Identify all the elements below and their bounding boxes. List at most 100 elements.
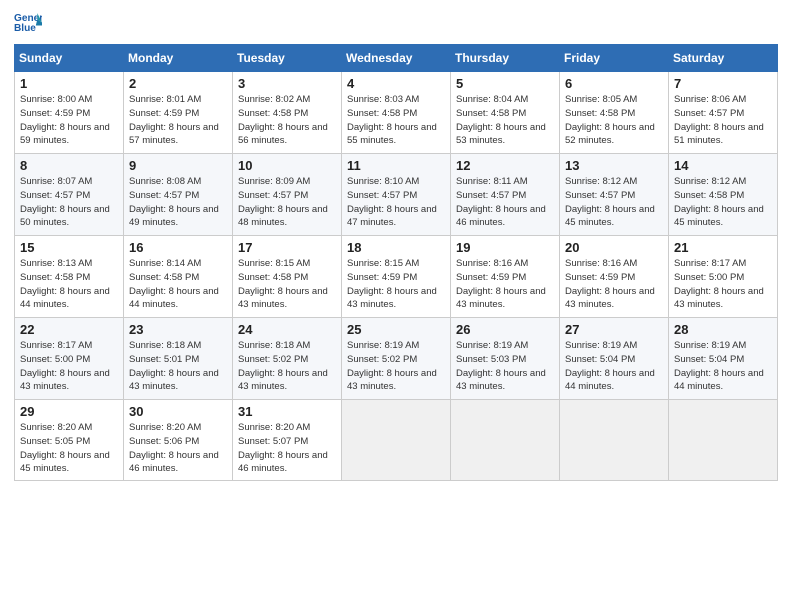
daylight-label: Daylight: 8 hours and 48 minutes.	[238, 204, 328, 229]
sunset-label: Sunset: 4:59 PM	[456, 272, 526, 283]
day-number: 31	[238, 404, 336, 419]
calendar-cell	[451, 400, 560, 481]
daylight-label: Daylight: 8 hours and 43 minutes.	[20, 368, 110, 393]
col-header-wednesday: Wednesday	[342, 45, 451, 72]
sunrise-label: Sunrise: 8:04 AM	[456, 94, 528, 105]
sunrise-label: Sunrise: 8:08 AM	[129, 176, 201, 187]
day-info: Sunrise: 8:17 AMSunset: 5:00 PMDaylight:…	[674, 257, 772, 312]
sunset-label: Sunset: 4:58 PM	[20, 272, 90, 283]
day-info: Sunrise: 8:15 AMSunset: 4:58 PMDaylight:…	[238, 257, 336, 312]
sunset-label: Sunset: 4:59 PM	[20, 108, 90, 119]
day-info: Sunrise: 8:10 AMSunset: 4:57 PMDaylight:…	[347, 175, 445, 230]
daylight-label: Daylight: 8 hours and 46 minutes.	[129, 450, 219, 475]
daylight-label: Daylight: 8 hours and 51 minutes.	[674, 122, 764, 147]
col-header-monday: Monday	[124, 45, 233, 72]
sunrise-label: Sunrise: 8:00 AM	[20, 94, 92, 105]
day-number: 29	[20, 404, 118, 419]
day-info: Sunrise: 8:04 AM Sunset: 4:58 PM Daylight:…	[456, 93, 554, 148]
day-info: Sunrise: 8:15 AMSunset: 4:59 PMDaylight:…	[347, 257, 445, 312]
sunrise-label: Sunrise: 8:18 AM	[129, 340, 201, 351]
sunset-label: Sunset: 5:03 PM	[456, 354, 526, 365]
calendar-cell: 24 Sunrise: 8:18 AMSunset: 5:02 PMDayligh…	[233, 318, 342, 400]
calendar-cell: 14Sunrise: 8:12 AMSunset: 4:58 PMDayligh…	[669, 154, 778, 236]
calendar-week-row: 1Sunrise: 8:00 AMSunset: 4:59 PMDaylight…	[15, 72, 778, 154]
day-info: Sunrise: 8:16 AMSunset: 4:59 PMDaylight:…	[565, 257, 663, 312]
sunset-label: Sunset: 4:57 PM	[238, 190, 308, 201]
day-number: 10	[238, 158, 336, 173]
daylight-label: Daylight: 8 hours and 43 minutes.	[238, 368, 328, 393]
sunset-label: Sunset: 4:57 PM	[347, 190, 417, 201]
sunrise-label: Sunrise: 8:20 AM	[129, 422, 201, 433]
day-number: 17	[238, 240, 336, 255]
day-number: 7	[674, 76, 772, 91]
day-info: Sunrise: 8:18 AMSunset: 5:02 PMDaylight:…	[238, 339, 336, 394]
logo-icon: General Blue	[14, 10, 42, 38]
sunset-label: Sunset: 4:58 PM	[238, 108, 308, 119]
header: General Blue	[14, 10, 778, 38]
calendar-cell: 5Sunrise: 8:04 AMSunset: 4:58 PMDaylight…	[451, 72, 560, 154]
calendar-cell: 26 Sunrise: 8:19 AMSunset: 5:03 PMDayligh…	[451, 318, 560, 400]
day-info: Sunrise: 8:12 AMSunset: 4:58 PMDaylight:…	[674, 175, 772, 230]
calendar-cell	[342, 400, 451, 481]
sunrise-label: Sunrise: 8:02 AM	[238, 94, 310, 105]
sunset-label: Sunset: 5:04 PM	[674, 354, 744, 365]
calendar-cell: 29Sunrise: 8:20 AMSunset: 5:05 PMDayligh…	[15, 400, 124, 481]
sunrise-label: Sunrise: 8:15 AM	[238, 258, 310, 269]
col-header-friday: Friday	[560, 45, 669, 72]
calendar-cell: 11 Sunrise: 8:10 AMSunset: 4:57 PMDayligh…	[342, 154, 451, 236]
sunset-label: Sunset: 4:57 PM	[565, 190, 635, 201]
daylight-label: Daylight: 8 hours and 43 minutes.	[238, 286, 328, 311]
day-number: 4	[347, 76, 445, 91]
sunrise-label: Sunrise: 8:01 AM	[129, 94, 201, 105]
calendar-header-row: SundayMondayTuesdayWednesdayThursdayFrid…	[15, 45, 778, 72]
day-number: 26	[456, 322, 554, 337]
calendar-cell: 28Sunrise: 8:19 AMSunset: 5:04 PMDayligh…	[669, 318, 778, 400]
calendar-week-row: 22Sunrise: 8:17 AMSunset: 5:00 PMDayligh…	[15, 318, 778, 400]
calendar-cell: 16Sunrise: 8:14 AMSunset: 4:58 PMDayligh…	[124, 236, 233, 318]
calendar-table: SundayMondayTuesdayWednesdayThursdayFrid…	[14, 44, 778, 481]
day-info: Sunrise: 8:09 AMSunset: 4:57 PMDaylight:…	[238, 175, 336, 230]
daylight-label: Daylight: 8 hours and 43 minutes.	[456, 286, 546, 311]
calendar-cell: 7Sunrise: 8:06 AMSunset: 4:57 PMDaylight…	[669, 72, 778, 154]
daylight-label: Daylight: 8 hours and 56 minutes.	[238, 122, 328, 147]
sunset-label: Sunset: 4:58 PM	[129, 272, 199, 283]
calendar-cell: 2Sunrise: 8:01 AMSunset: 4:59 PMDaylight…	[124, 72, 233, 154]
col-header-thursday: Thursday	[451, 45, 560, 72]
daylight-label: Daylight: 8 hours and 53 minutes.	[456, 122, 546, 147]
calendar-cell: 17 Sunrise: 8:15 AMSunset: 4:58 PMDayligh…	[233, 236, 342, 318]
sunset-label: Sunset: 5:06 PM	[129, 436, 199, 447]
day-number: 2	[129, 76, 227, 91]
daylight-label: Daylight: 8 hours and 44 minutes.	[129, 286, 219, 311]
day-info: Sunrise: 8:05 AMSunset: 4:58 PMDaylight:…	[565, 93, 663, 148]
day-number: 11	[347, 158, 445, 173]
daylight-label: Daylight: 8 hours and 43 minutes.	[456, 368, 546, 393]
calendar-cell: 21Sunrise: 8:17 AMSunset: 5:00 PMDayligh…	[669, 236, 778, 318]
day-number: 19	[456, 240, 554, 255]
sunrise-label: Sunrise: 8:11 AM	[456, 176, 528, 187]
sunset-label: Sunset: 4:58 PM	[565, 108, 635, 119]
sunrise-label: Sunrise: 8:07 AM	[20, 176, 92, 187]
day-info: Sunrise: 8:20 AMSunset: 5:07 PMDaylight:…	[238, 421, 336, 476]
day-number: 24	[238, 322, 336, 337]
daylight-label: Daylight: 8 hours and 43 minutes.	[347, 368, 437, 393]
daylight-label: Daylight: 8 hours and 43 minutes.	[565, 286, 655, 311]
calendar-week-row: 29Sunrise: 8:20 AMSunset: 5:05 PMDayligh…	[15, 400, 778, 481]
daylight-label: Daylight: 8 hours and 47 minutes.	[347, 204, 437, 229]
calendar-cell: 22Sunrise: 8:17 AMSunset: 5:00 PMDayligh…	[15, 318, 124, 400]
calendar-cell: 30Sunrise: 8:20 AMSunset: 5:06 PMDayligh…	[124, 400, 233, 481]
day-number: 12	[456, 158, 554, 173]
calendar-cell: 8Sunrise: 8:07 AMSunset: 4:57 PMDaylight…	[15, 154, 124, 236]
sunset-label: Sunset: 4:58 PM	[456, 108, 526, 119]
sunset-label: Sunset: 5:00 PM	[674, 272, 744, 283]
calendar-cell: 25Sunrise: 8:19 AMSunset: 5:02 PMDayligh…	[342, 318, 451, 400]
daylight-label: Daylight: 8 hours and 43 minutes.	[674, 286, 764, 311]
sunset-label: Sunset: 4:57 PM	[456, 190, 526, 201]
sunset-label: Sunset: 4:57 PM	[674, 108, 744, 119]
page-container: General Blue SundayMondayTuesdayWednesda…	[0, 0, 792, 489]
day-info: Sunrise: 8:01 AMSunset: 4:59 PMDaylight:…	[129, 93, 227, 148]
day-info: Sunrise: 8:19 AMSunset: 5:03 PMDaylight:…	[456, 339, 554, 394]
sunset-label: Sunset: 4:59 PM	[129, 108, 199, 119]
col-header-sunday: Sunday	[15, 45, 124, 72]
sunrise-label: Sunrise: 8:13 AM	[20, 258, 92, 269]
calendar-week-row: 8Sunrise: 8:07 AMSunset: 4:57 PMDaylight…	[15, 154, 778, 236]
